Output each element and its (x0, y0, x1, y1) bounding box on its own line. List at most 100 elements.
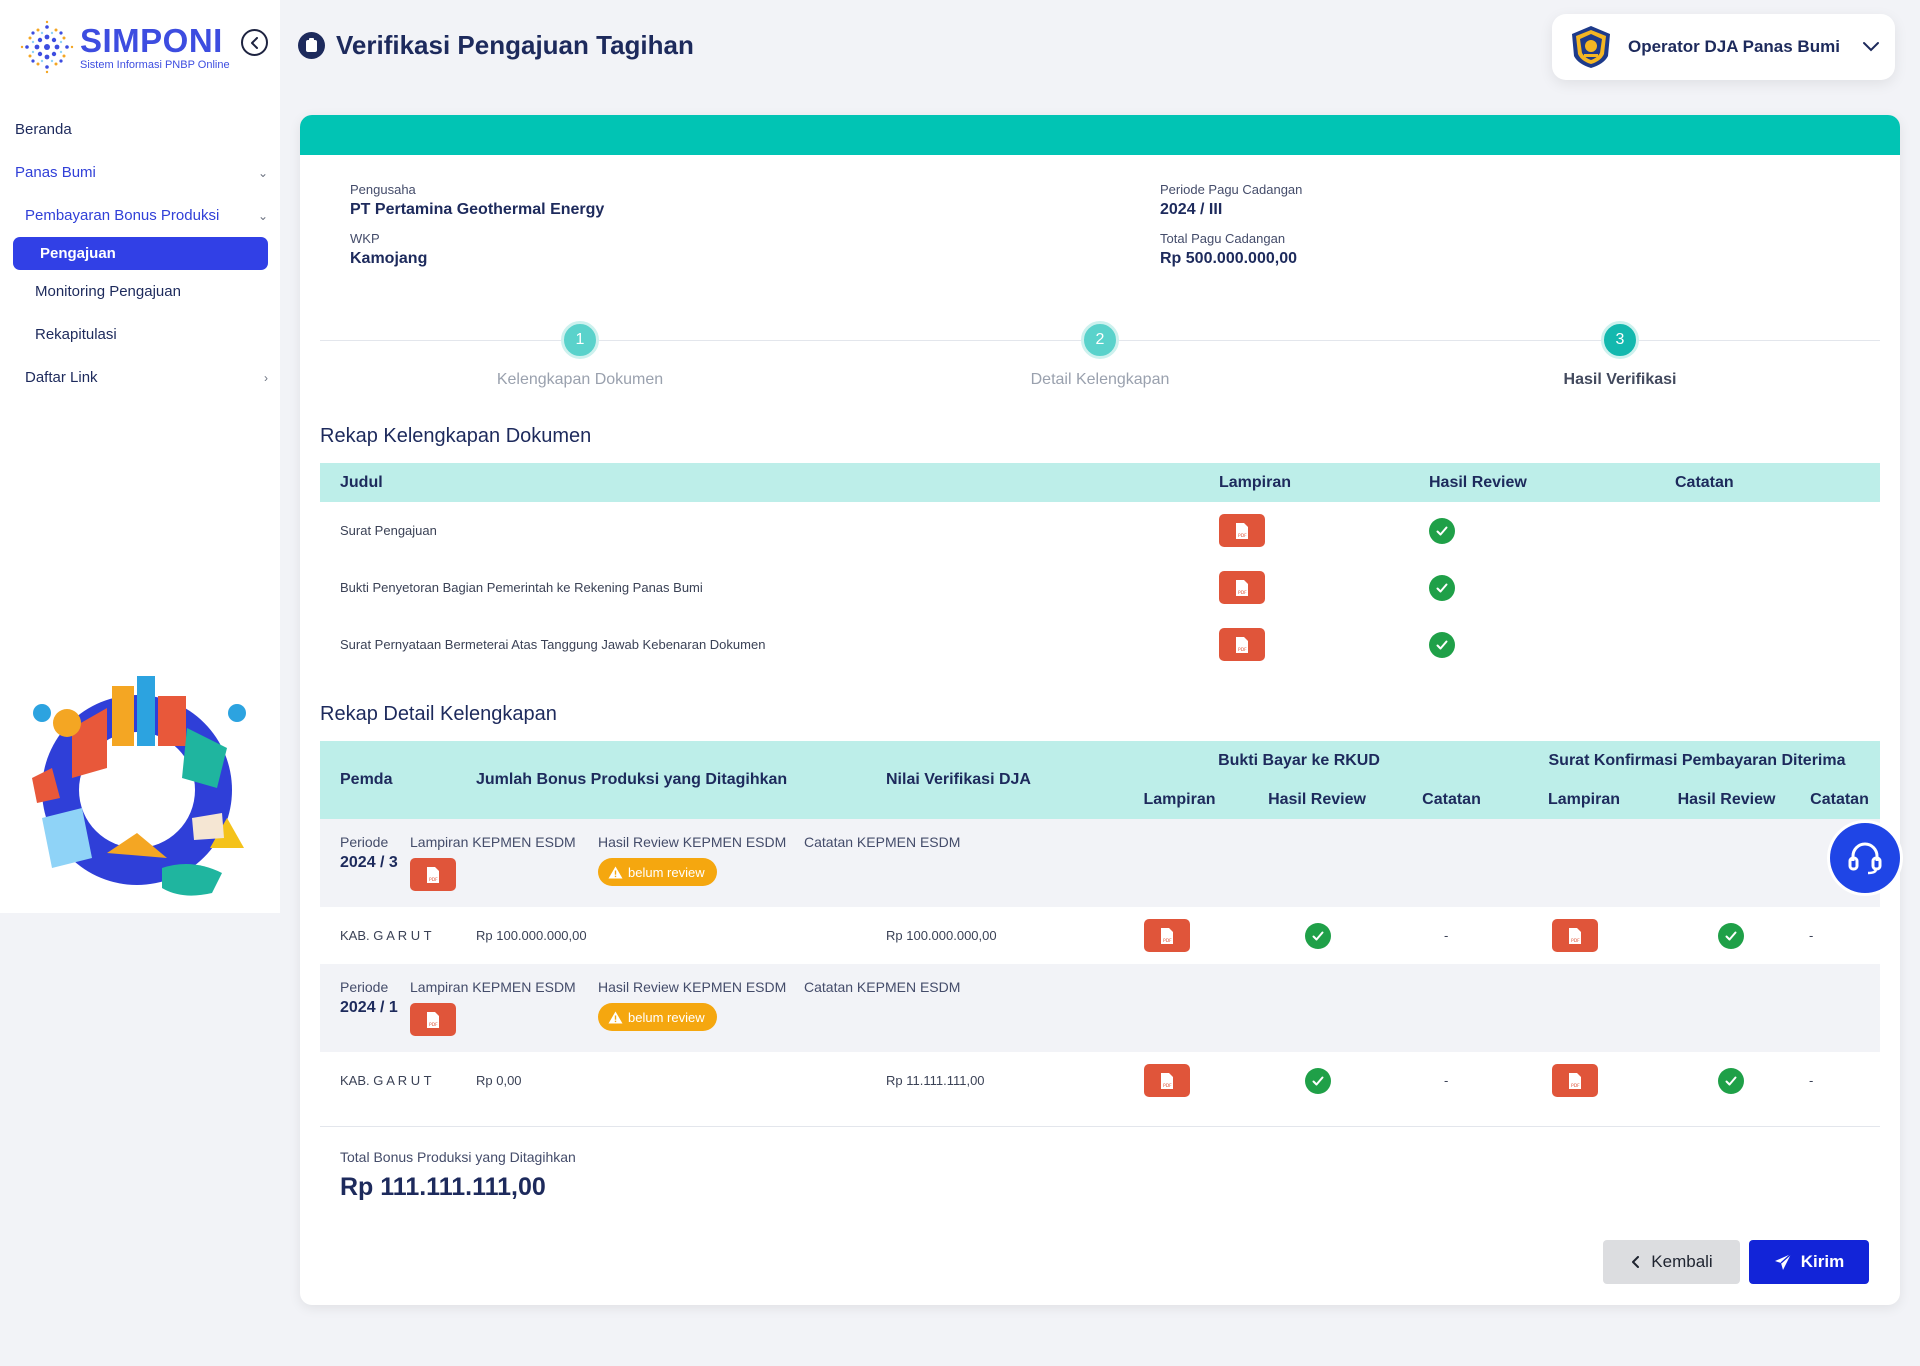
chevron-down-icon: ⌄ (257, 208, 268, 223)
pemda-name: KAB. G A R U T (320, 1052, 598, 1109)
back-button[interactable]: Kembali (1603, 1240, 1740, 1284)
step-number: 1 (561, 321, 599, 359)
sidebar-item-daftar-link[interactable]: Daftar Link › (0, 356, 280, 399)
document-summary-table: Judul Lampiran Hasil Review Catatan Sura… (320, 463, 1880, 673)
column-header-hasil-review: Hasil Review (1654, 780, 1799, 819)
collapse-sidebar-button[interactable] (241, 29, 268, 56)
table-header-row: Judul Lampiran Hasil Review Catatan (320, 463, 1880, 502)
step-label: Hasil Verifikasi (1563, 371, 1677, 388)
jumlah-value: Rp 100.000.000,00 (476, 928, 587, 943)
hasil-kepmen-label: Hasil Review KEPMEN ESDM (598, 979, 787, 995)
chevron-right-icon: › (264, 370, 268, 385)
table-header-row: Pemda Jumlah Bonus Produksi yang Ditagih… (320, 741, 1880, 819)
svg-text:PDF: PDF (1238, 590, 1247, 596)
svg-text:PDF: PDF (429, 1022, 438, 1028)
column-header-pemda: Pemda (320, 741, 410, 819)
pdf-download-button[interactable]: PDF (1219, 628, 1265, 661)
send-button[interactable]: Kirim (1749, 1240, 1869, 1284)
period-value: 2024 / 3 (340, 854, 398, 871)
period-row: Periode 2024 / 3 Lampiran KEPMEN ESDM PD… (320, 819, 1880, 907)
check-circle-icon (1718, 1067, 1744, 1094)
chevron-down-icon: ⌄ (257, 165, 268, 180)
verification-card: Pengusaha PT Pertamina Geothermal Energy… (300, 115, 1900, 1305)
info-pengusaha: Pengusaha PT Pertamina Geothermal Energy (350, 182, 604, 219)
info-wkp: WKP Kamojang (350, 231, 427, 268)
step-label: Kelengkapan Dokumen (496, 371, 664, 388)
column-group-bukti-bayar: Bukti Bayar ke RKUD (1084, 741, 1514, 780)
nilai-verifikasi: Rp 100.000.000,00 (804, 907, 1084, 964)
pdf-download-button[interactable]: PDF (1552, 1064, 1598, 1097)
kemenkeu-emblem-icon (1572, 26, 1610, 68)
app-logo[interactable]: SIMPONI Sistem Informasi PNBP Online (18, 18, 230, 76)
status-badge: belum review (598, 858, 717, 886)
column-header-lampiran: Lampiran (1514, 780, 1654, 819)
lampiran-kepmen-label: Lampiran KEPMEN ESDM (410, 979, 576, 995)
app-subtitle: Sistem Informasi PNBP Online (80, 58, 230, 71)
pdf-file-icon: PDF (1236, 636, 1248, 653)
catatan-value: - (1389, 1052, 1514, 1109)
info-value: Rp 500.000.000,00 (1160, 250, 1297, 267)
table-row: Bukti Penyetoran Bagian Pemerintah ke Re… (320, 559, 1880, 616)
divider (320, 1126, 1880, 1127)
document-title: Surat Pengajuan (340, 523, 437, 538)
table-row: KAB. G A R U T Rp 0,00 Rp 11.111.111,00 … (320, 1052, 1880, 1109)
chevron-left-icon (1632, 1256, 1640, 1268)
step-3[interactable]: 3 Hasil Verifikasi (1470, 320, 1770, 389)
check-circle-icon (1718, 922, 1744, 949)
info-value: 2024 / III (1160, 201, 1223, 218)
period-label: Periode (340, 979, 389, 995)
section-title-rekap-detail: Rekap Detail Kelengkapan (320, 703, 557, 725)
headset-icon (1848, 842, 1882, 875)
check-circle-icon (1429, 631, 1455, 658)
step-number: 2 (1081, 321, 1119, 359)
pdf-download-button[interactable]: PDF (1144, 919, 1190, 952)
total-value: Rp 111.111.111,00 (340, 1173, 546, 1201)
step-label: Detail Kelengkapan (1030, 371, 1170, 388)
hasil-kepmen-label: Hasil Review KEPMEN ESDM (598, 834, 787, 850)
nilai-verifikasi: Rp 11.111.111,00 (804, 1052, 1084, 1109)
app-name: SIMPONI (80, 21, 223, 59)
user-menu[interactable]: Operator DJA Panas Bumi (1552, 14, 1895, 80)
check-circle-icon (1305, 922, 1331, 949)
info-value: PT Pertamina Geothermal Energy (350, 201, 605, 218)
pdf-download-button[interactable]: PDF (1219, 514, 1265, 547)
sidebar-item-monitoring-pengajuan[interactable]: Monitoring Pengajuan (0, 270, 280, 313)
check-circle-icon (1305, 1067, 1331, 1094)
page-header: Verifikasi Pengajuan Tagihan (298, 30, 694, 61)
pdf-download-button[interactable]: PDF (1219, 571, 1265, 604)
column-header-hasil-review: Hasil Review (1245, 780, 1389, 819)
sidebar-item-rekapitulasi[interactable]: Rekapitulasi (0, 313, 280, 356)
status-badge-label: belum review (628, 1009, 705, 1025)
warning-icon (608, 866, 623, 878)
help-button[interactable] (1830, 823, 1900, 893)
pdf-download-button[interactable]: PDF (410, 1003, 456, 1036)
clipboard-icon (298, 32, 325, 59)
column-header-lampiran: Lampiran (1084, 780, 1245, 819)
sidebar-item-label: Rekapitulasi (35, 326, 117, 343)
pdf-download-button[interactable]: PDF (1144, 1064, 1190, 1097)
pdf-file-icon: PDF (1161, 927, 1173, 944)
sidebar-item-label: Pengajuan (40, 245, 116, 262)
pdf-download-button[interactable]: PDF (410, 858, 456, 891)
sidebar-item-pengajuan[interactable]: Pengajuan (13, 237, 268, 270)
detail-summary-table: Pemda Jumlah Bonus Produksi yang Ditagih… (320, 741, 1880, 1109)
step-2[interactable]: 2 Detail Kelengkapan (950, 320, 1250, 389)
simponi-logo-icon (20, 20, 74, 74)
catatan-kepmen-label: Catatan KEPMEN ESDM (804, 979, 961, 995)
column-header-judul: Judul (320, 463, 1219, 502)
sidebar-item-beranda[interactable]: Beranda (0, 108, 280, 151)
pdf-download-button[interactable]: PDF (1552, 919, 1598, 952)
step-1[interactable]: 1 Kelengkapan Dokumen (430, 320, 730, 389)
svg-text:PDF: PDF (1238, 533, 1247, 539)
sidebar-item-label: Pembayaran Bonus Produksi (25, 207, 220, 224)
chevron-down-icon (1863, 42, 1879, 52)
svg-text:PDF: PDF (1238, 647, 1247, 653)
sidebar-item-pembayaran-bonus-produksi[interactable]: Pembayaran Bonus Produksi ⌄ (0, 194, 280, 237)
catatan-kepmen-label: Catatan KEPMEN ESDM (804, 834, 961, 850)
user-name: Operator DJA Panas Bumi (1628, 37, 1840, 56)
document-title: Surat Pernyataan Bermeterai Atas Tanggun… (340, 637, 766, 652)
pdf-file-icon: PDF (1161, 1072, 1173, 1089)
document-title: Bukti Penyetoran Bagian Pemerintah ke Re… (340, 580, 703, 595)
lampiran-kepmen-label: Lampiran KEPMEN ESDM (410, 834, 576, 850)
sidebar-item-panas-bumi[interactable]: Panas Bumi ⌄ (0, 151, 280, 194)
